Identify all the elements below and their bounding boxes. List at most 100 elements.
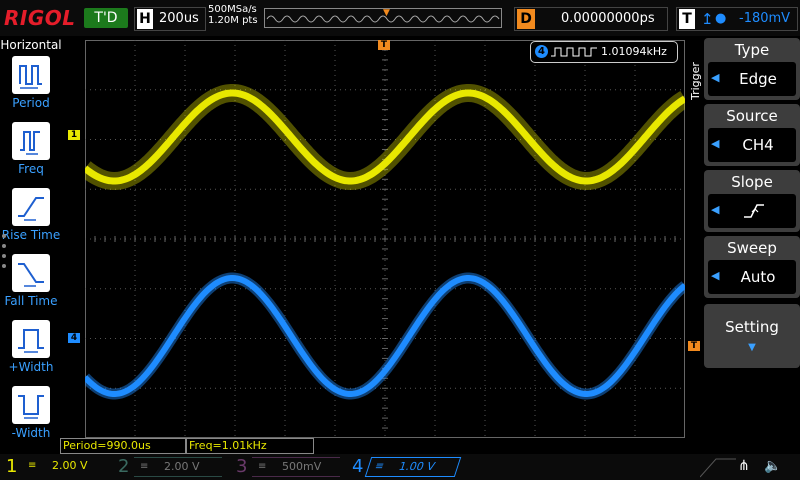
run-status-badge[interactable]: T'D: [84, 8, 128, 28]
ch4-marker[interactable]: 4: [68, 333, 80, 343]
ch1-box: ≡ 2.00 V: [22, 457, 110, 475]
negative-width-button[interactable]: -Width: [0, 386, 62, 450]
measurement-bar: Period=990.0us Freq=1.01kHz: [60, 438, 690, 454]
freq-icon: [12, 122, 50, 160]
ch4-status[interactable]: 4 ≡ 1.00 V: [346, 454, 464, 480]
freq-button[interactable]: Freq: [0, 122, 62, 186]
ch2-box: ≡ 2.00 V: [134, 457, 222, 477]
delay-value: 0.00000000ps: [561, 11, 655, 26]
sweep-value-box[interactable]: ◀ Auto: [708, 260, 796, 294]
ch4-box: ≡ 1.00 V: [364, 457, 462, 477]
ch2-scale: 2.00 V: [164, 460, 200, 473]
negative-width-icon: [12, 386, 50, 424]
positive-width-label: +Width: [8, 360, 54, 374]
down-arrow-icon: ▼: [748, 342, 756, 353]
left-menu: Horizontal Period Freq Rise Time Fall Ti…: [0, 36, 62, 440]
positive-width-button[interactable]: +Width: [0, 320, 62, 384]
horizontal-label: H: [137, 9, 153, 29]
fall-time-label: Fall Time: [4, 294, 58, 308]
sample-info: 500MSa/s 1.20M pts: [208, 4, 258, 26]
trigger-level: -180mV: [739, 11, 791, 26]
ch4-number: 4: [352, 456, 364, 477]
timebase-value: 200us: [159, 11, 199, 26]
period-label: Period: [12, 96, 50, 110]
rising-slope-icon: [744, 204, 764, 218]
period-icon: [12, 56, 50, 94]
slope-menu-item[interactable]: Slope ◀: [704, 170, 800, 232]
slope-title: Slope: [731, 173, 773, 191]
ch1-waveform: [85, 89, 685, 185]
ch2-status[interactable]: 2 ≡ 2.00 V: [112, 454, 228, 480]
ch1-status[interactable]: 1 ≡ 2.00 V: [0, 454, 112, 480]
usb-icon: ⋔: [738, 458, 750, 474]
ch1-scale: 2.00 V: [52, 459, 88, 472]
ch4-scale: 1.00 V: [397, 460, 437, 473]
memory-overview[interactable]: ▼: [264, 8, 502, 28]
freq-counter-value: 1.01094kHz: [601, 45, 667, 58]
setting-title: Setting: [725, 318, 779, 336]
freq-measurement[interactable]: Freq=1.01kHz: [186, 438, 314, 454]
negative-width-label: -Width: [11, 426, 51, 440]
slope-value-box[interactable]: ◀: [708, 194, 796, 228]
dc-coupling-icon: ≡: [258, 461, 267, 472]
rising-edge-icon: ↥: [701, 10, 714, 28]
fall-time-icon: [12, 254, 50, 292]
ch3-scale: 500mV: [282, 460, 322, 473]
freq-counter-channel: 4: [535, 45, 548, 58]
frequency-counter: 4 1.01094kHz: [530, 41, 678, 63]
ch1-marker[interactable]: 1: [68, 130, 80, 140]
sweep-menu-item[interactable]: Sweep ◀ Auto: [704, 236, 800, 298]
sample-rate: 500MSa/s: [208, 4, 257, 15]
ch3-box: ≡ 500mV: [252, 457, 340, 477]
trigger-menu-title: Trigger: [689, 62, 702, 100]
trigger-status[interactable]: T ↥ ● -180mV: [676, 7, 798, 31]
dc-coupling-icon: ≡: [28, 460, 37, 471]
waveform-display[interactable]: [85, 40, 685, 438]
ch3-status[interactable]: 3 ≡ 500mV: [230, 454, 346, 480]
dc-coupling-icon: ≡: [140, 461, 149, 472]
left-arrow-icon: ◀: [711, 71, 720, 84]
horizontal-timebase[interactable]: H 200us: [134, 7, 206, 31]
trigger-position-marker[interactable]: T: [378, 40, 390, 50]
delay-label: D: [517, 9, 535, 29]
period-measurement[interactable]: Period=990.0us: [60, 438, 186, 454]
menu-page-dots: [2, 234, 8, 274]
top-status-bar: RIGOL T'D H 200us 500MSa/s 1.20M pts ▼ D…: [0, 0, 800, 36]
bar-decoration: [700, 458, 736, 478]
type-menu-item[interactable]: Type ◀ Edge: [704, 38, 800, 100]
left-menu-title: Horizontal: [0, 38, 62, 52]
rise-time-button[interactable]: Rise Time: [0, 188, 62, 252]
rigol-logo: RIGOL: [4, 6, 76, 30]
left-arrow-icon: ◀: [711, 269, 720, 282]
type-value-box[interactable]: ◀ Edge: [708, 62, 796, 96]
period-button[interactable]: Period: [0, 56, 62, 120]
trigger-label: T: [679, 9, 695, 29]
type-value: Edge: [739, 70, 777, 88]
source-menu-item[interactable]: Source ◀ CH4: [704, 104, 800, 166]
dc-coupling-icon: ≡: [373, 461, 386, 472]
delay-display[interactable]: D 0.00000000ps: [514, 7, 668, 31]
freq-label: Freq: [18, 162, 44, 176]
ch1-number: 1: [6, 456, 18, 477]
memory-trigger-marker: ▼: [383, 8, 390, 18]
speaker-muted-icon[interactable]: 🔈: [764, 458, 781, 474]
source-title: Source: [726, 107, 778, 125]
type-title: Type: [734, 41, 770, 59]
channel-bar: 1 ≡ 2.00 V 2 ≡ 2.00 V 3 ≡ 500mV 4 ≡ 1.00…: [0, 454, 800, 480]
positive-width-icon: [12, 320, 50, 358]
setting-menu-item[interactable]: Setting ▼: [704, 304, 800, 368]
ch3-number: 3: [236, 456, 248, 477]
ch2-number: 2: [118, 456, 130, 477]
trigger-menu: Type ◀ Edge Source ◀ CH4 Slope ◀ Sweep ◀…: [702, 38, 800, 438]
ch4-icon: ●: [715, 11, 727, 26]
memory-depth: 1.20M pts: [208, 15, 258, 26]
source-value-box[interactable]: ◀ CH4: [708, 128, 796, 162]
left-arrow-icon: ◀: [711, 137, 720, 150]
sweep-value: Auto: [740, 268, 776, 286]
rise-time-icon: [12, 188, 50, 226]
left-arrow-icon: ◀: [711, 203, 720, 216]
fall-time-button[interactable]: Fall Time: [0, 254, 62, 318]
rise-time-label: Rise Time: [1, 228, 61, 242]
square-wave-icon: [551, 47, 597, 57]
trigger-level-marker[interactable]: T: [688, 341, 700, 351]
